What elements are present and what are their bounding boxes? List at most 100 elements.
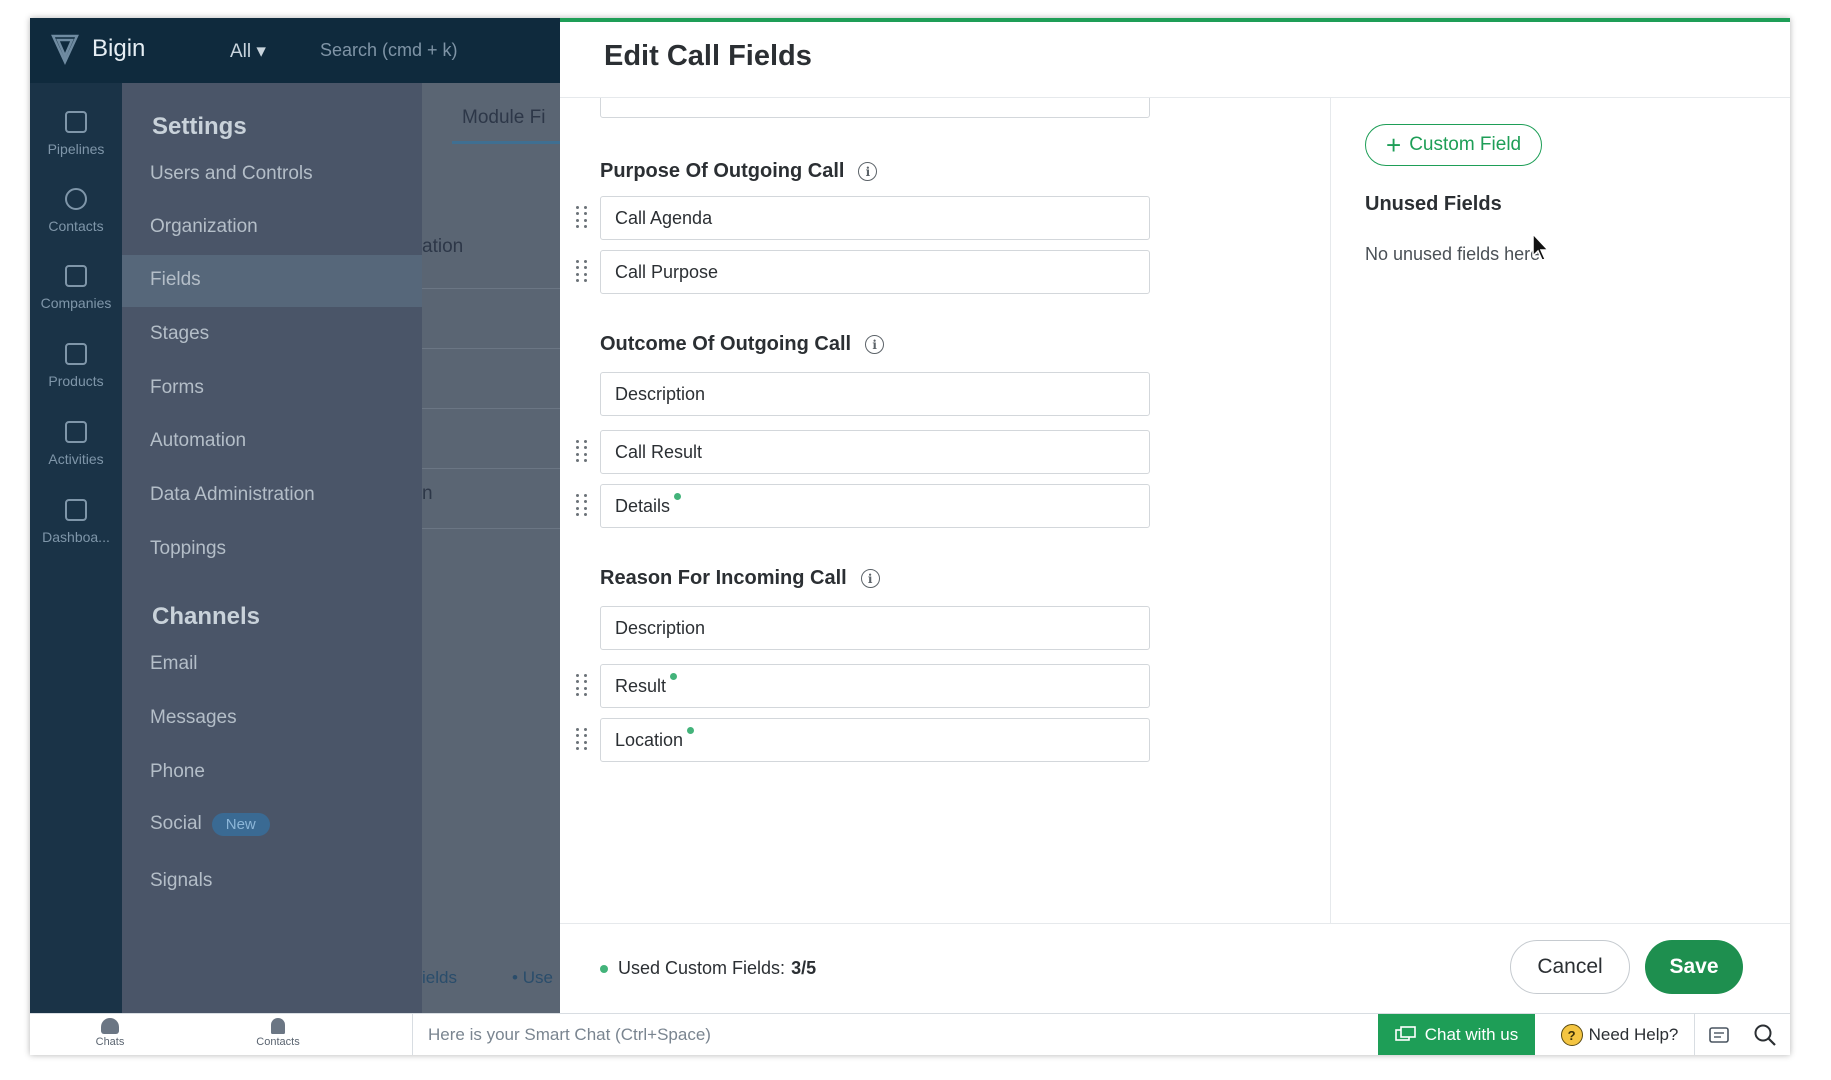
pipelines-icon — [65, 111, 87, 133]
settings-item-fields[interactable]: Fields — [150, 269, 201, 291]
drag-handle-icon[interactable] — [576, 260, 588, 282]
chat-with-us-label: Chat with us — [1424, 1025, 1519, 1044]
nav-item-companies[interactable]: Companies — [30, 265, 122, 311]
products-icon — [65, 343, 87, 365]
save-button[interactable]: Save — [1645, 940, 1743, 994]
settings-item-users[interactable]: Users and Controls — [150, 163, 313, 185]
info-icon[interactable]: i — [865, 335, 885, 354]
field-label: Description — [615, 383, 706, 404]
section-title-text: Purpose Of Outgoing Call — [600, 160, 845, 182]
custom-field-dot — [687, 726, 695, 734]
app-window: Bigin All ▾ Search (cmd + k) Pipelines C… — [30, 18, 1790, 1055]
settings-title: Settings — [152, 113, 247, 140]
channel-item-email[interactable]: Email — [150, 653, 198, 675]
used-custom-fields-count: 3/5 — [791, 958, 817, 978]
bg-footer-text-used: Use — [522, 968, 553, 987]
activities-icon — [65, 421, 87, 443]
dashboard-icon — [65, 499, 87, 521]
bg-footer-text: • Use — [512, 968, 553, 988]
bg-tab-module-fields: Module Fi — [462, 107, 546, 128]
channels-title: Channels — [152, 603, 261, 630]
nav-label: Contacts — [48, 218, 104, 234]
module-nav: Pipelines Contacts Companies Products Ac… — [30, 83, 122, 1013]
info-icon[interactable]: i — [858, 162, 878, 181]
drag-handle-icon[interactable] — [576, 674, 588, 696]
new-badge: New — [211, 813, 270, 836]
nav-item-pipelines[interactable]: Pipelines — [30, 111, 122, 157]
channel-item-social-label: Social — [150, 813, 202, 834]
need-help-button[interactable]: ? Need Help? — [1545, 1014, 1695, 1055]
announcements-icon[interactable] — [1706, 1022, 1732, 1048]
plus-icon: + — [1386, 130, 1402, 160]
scope-select-value: All — [230, 41, 252, 62]
nav-label: Pipelines — [47, 141, 105, 157]
chat-with-us-button[interactable]: Chat with us — [1378, 1014, 1535, 1055]
field-result[interactable]: Result — [600, 664, 1150, 708]
channel-item-phone[interactable]: Phone — [150, 761, 205, 783]
drag-handle-icon[interactable] — [576, 728, 588, 750]
search-icon[interactable] — [1752, 1022, 1778, 1048]
bottom-tab-chats[interactable]: Chats — [70, 1018, 150, 1048]
unused-fields-title: Unused Fields — [1365, 193, 1502, 215]
field-description[interactable]: Description — [600, 372, 1150, 416]
settings-panel: Settings Users and Controls Organization… — [122, 83, 422, 1013]
drag-handle-icon[interactable] — [576, 494, 588, 516]
smart-chat-input[interactable]: Here is your Smart Chat (Ctrl+Space) — [428, 1025, 711, 1045]
contacts-icon — [271, 1018, 285, 1034]
brand[interactable]: Bigin — [50, 32, 145, 66]
channel-item-signals[interactable]: Signals — [150, 870, 212, 892]
drag-handle-icon[interactable] — [576, 440, 588, 462]
nav-item-products[interactable]: Products — [30, 343, 122, 389]
settings-item-automation[interactable]: Automation — [150, 430, 246, 452]
channel-item-messages[interactable]: Messages — [150, 707, 237, 729]
nav-label: Activities — [48, 451, 104, 467]
field-label: Result — [615, 675, 667, 696]
nav-label: Dashboa... — [42, 529, 110, 545]
drag-handle-icon[interactable] — [576, 206, 588, 228]
bg-footer-dot: • — [512, 968, 523, 987]
settings-item-organization[interactable]: Organization — [150, 216, 258, 238]
chats-icon — [101, 1018, 119, 1034]
field-details[interactable]: Details — [600, 484, 1150, 528]
scope-select[interactable]: All ▾ — [230, 40, 266, 63]
nav-label: Companies — [40, 295, 112, 311]
question-icon: ? — [1560, 1024, 1583, 1046]
info-icon[interactable]: i — [860, 569, 880, 588]
custom-field-dot — [600, 964, 608, 973]
chat-bubble-icon — [1394, 1026, 1416, 1041]
section-title-text: Outcome Of Outgoing Call — [600, 333, 852, 355]
settings-item-forms[interactable]: Forms — [150, 377, 204, 399]
field-call-purpose[interactable]: Call Purpose — [600, 250, 1150, 294]
settings-item-data-admin[interactable]: Data Administration — [150, 484, 315, 506]
add-custom-field-button[interactable]: + Custom Field — [1365, 124, 1543, 166]
field-location[interactable]: Location — [600, 718, 1150, 762]
edit-call-fields-modal: Edit Call Fields Purpose Of Outgoing Cal… — [560, 18, 1790, 1013]
brand-name: Bigin — [92, 35, 146, 62]
section-title-outcome-outgoing: Outcome Of Outgoing Call i — [600, 333, 885, 356]
field-call-agenda[interactable]: Call Agenda — [600, 196, 1150, 240]
field-label: Description — [615, 617, 706, 638]
settings-item-stages[interactable]: Stages — [150, 323, 209, 345]
global-search[interactable]: Search (cmd + k) — [320, 40, 458, 61]
contacts-icon — [65, 188, 87, 210]
section-title-reason-incoming: Reason For Incoming Call i — [600, 567, 880, 590]
nav-item-activities[interactable]: Activities — [30, 421, 122, 467]
bottom-tab-contacts[interactable]: Contacts — [238, 1018, 318, 1048]
cancel-button[interactable]: Cancel — [1510, 940, 1630, 994]
channel-item-social[interactable]: Social New — [150, 813, 270, 836]
field-description-incoming[interactable]: Description — [600, 606, 1150, 650]
field-label: Call Agenda — [615, 207, 713, 228]
field-partial[interactable] — [600, 98, 1150, 118]
companies-icon — [65, 265, 87, 287]
layout-fields-pane: Purpose Of Outgoing Call i Call Agenda C… — [560, 98, 1330, 923]
field-label: Details — [615, 495, 671, 516]
nav-item-contacts[interactable]: Contacts — [30, 188, 122, 234]
bottom-bar: Chats Contacts Here is your Smart Chat (… — [30, 1013, 1790, 1055]
used-custom-fields-label: Used Custom Fields: — [618, 958, 786, 978]
bottom-tab-label: Contacts — [256, 1036, 300, 1048]
field-call-result[interactable]: Call Result — [600, 430, 1150, 474]
custom-field-dot — [674, 492, 682, 500]
modal-footer: Used Custom Fields: 3/5 Cancel Save — [560, 923, 1790, 1017]
settings-item-toppings[interactable]: Toppings — [150, 538, 226, 560]
nav-item-dashboard[interactable]: Dashboa... — [30, 499, 122, 545]
